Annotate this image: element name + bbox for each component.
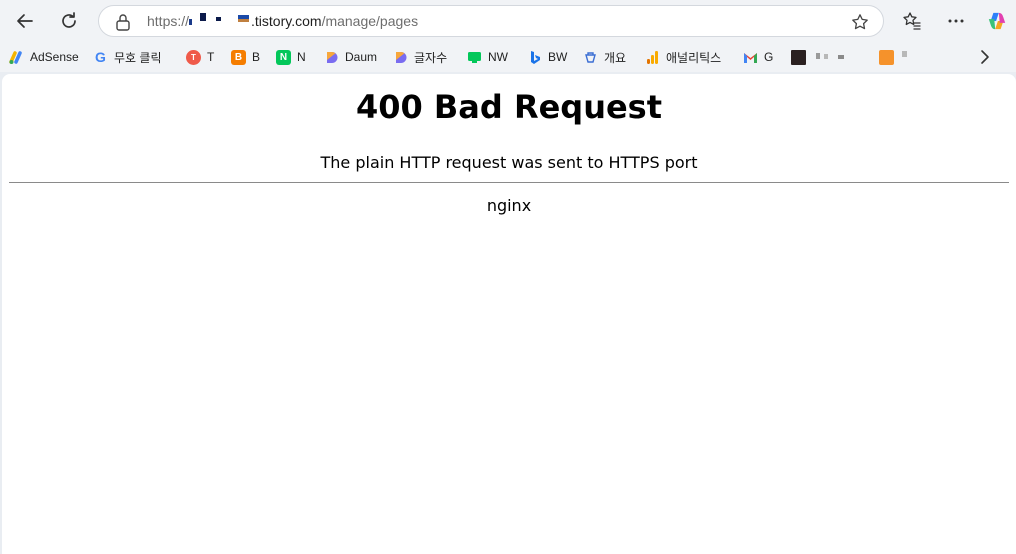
google-icon: G [95,49,106,65]
bookmark-label: B [252,50,261,64]
copilot-icon [988,12,1006,30]
bookmark-naver[interactable]: N N [276,48,306,66]
tistory-icon: T [186,49,201,65]
bookmark-gmail[interactable]: G [743,48,773,66]
bookmark-daum[interactable]: Daum [324,48,377,66]
naver-webmaster-icon [467,50,482,65]
chevron-right-icon[interactable] [978,48,992,66]
star-icon[interactable] [851,13,869,31]
adsense-icon [9,50,24,65]
redacted-favicon [791,49,806,65]
bookmark-label: T [207,50,215,64]
bookmark-label: N [297,50,306,64]
overview-icon [583,50,598,65]
url-path: /manage/pages [321,13,419,29]
url-scheme: https:// [147,13,190,29]
daum-icon [393,50,408,65]
blogger-icon: B [231,49,246,65]
bookmarks-bar: AdSense G 무호 클릭 T T B B N N Daum 글자수 NW [0,42,1016,72]
bookmark-adsense[interactable]: AdSense [9,48,79,66]
refresh-icon [62,12,76,28]
url-domain: .tistory.com [251,13,322,29]
more-menu-button[interactable] [940,5,972,37]
favorites-icon [903,12,921,30]
bookmark-blogger[interactable]: B B [231,48,260,66]
bookmark-label: 개요 [604,50,627,65]
lock-icon[interactable] [115,13,131,31]
bookmark-label: 글자수 [414,50,448,65]
bookmark-label: 무호 클릭 [114,50,162,65]
redacted-subdomain [189,13,251,27]
bookmark-label: Daum [345,50,378,64]
back-button[interactable] [9,5,41,37]
bookmark-label: 애널리틱스 [666,50,722,65]
page-content: 400 Bad Request The plain HTTP request w… [2,74,1016,554]
bookmark-google[interactable]: G 무호 클릭 [93,48,162,66]
bookmark-naver-webmaster[interactable]: NW [467,48,508,66]
daum-icon [324,50,339,65]
bookmark-label: G [764,50,774,64]
favorites-button[interactable] [896,5,928,37]
bookmark-char-count[interactable]: 글자수 [393,48,447,66]
redacted-favicon [879,49,894,65]
arrow-left-icon [17,14,33,28]
bookmark-analytics[interactable]: 애널리틱스 [645,48,721,66]
browser-toolbar: https:// .tistory.com /manage/pages [0,0,1016,42]
bookmark-label: AdSense [30,50,79,64]
error-message: The plain HTTP request was sent to HTTPS… [320,153,698,172]
server-name: nginx [486,196,532,215]
bookmark-tistory[interactable]: T T [186,48,214,66]
analytics-icon [645,50,660,65]
bookmark-redacted-1[interactable] [791,48,852,66]
copilot-button[interactable] [981,5,1013,37]
bookmark-redacted-2[interactable] [879,48,920,66]
naver-icon: N [276,49,291,65]
redacted-label [900,51,920,63]
error-title: 400 Bad Request [355,88,663,126]
bookmark-label: BW [548,50,568,64]
gmail-icon [743,50,758,65]
redacted-label [812,51,852,63]
bookmark-label: NW [488,50,508,64]
address-bar[interactable]: https:// .tistory.com /manage/pages [98,5,884,37]
url-text[interactable]: https:// .tistory.com /manage/pages [147,13,418,29]
bing-icon [527,50,542,65]
divider [9,182,1009,183]
refresh-button[interactable] [53,5,85,37]
ellipsis-icon [948,19,964,23]
bookmark-bing-webmaster[interactable]: BW [527,48,567,66]
bookmark-overview[interactable]: 개요 [583,48,626,66]
